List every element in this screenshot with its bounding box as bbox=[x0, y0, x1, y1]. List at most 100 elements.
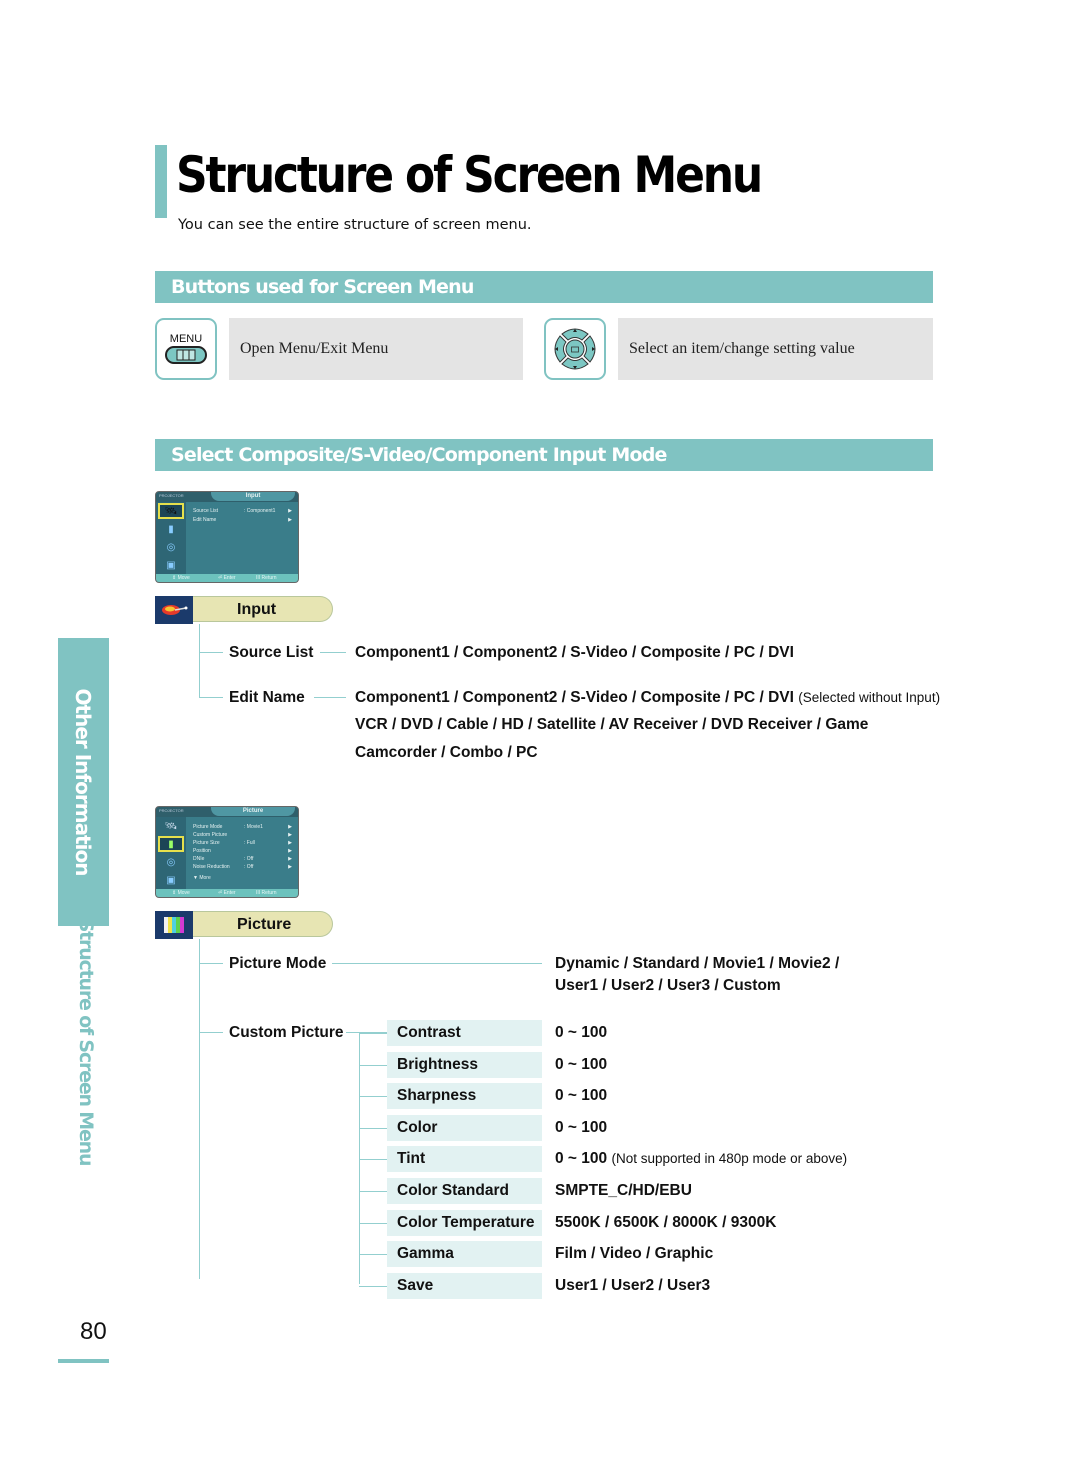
menu-button-description: Open Menu/Exit Menu bbox=[229, 318, 523, 380]
input-category-icon bbox=[155, 596, 193, 624]
osd-sidebar: 🛰 ▮ ◎ ▣ bbox=[156, 502, 186, 575]
sub-item-value: User1 / User2 / User3 bbox=[555, 1277, 710, 1295]
input-osd-screenshot: PROJECTOR Input 🛰 ▮ ◎ ▣ Source List : Co… bbox=[155, 491, 299, 583]
color-bars-icon bbox=[164, 917, 184, 933]
edit-name-values-line2: VCR / DVD / Cable / HD / Satellite / AV … bbox=[355, 716, 869, 733]
osd-footer-move: ⇕ Move bbox=[172, 575, 190, 581]
page-number: 80 bbox=[80, 1318, 107, 1345]
sub-item-value-text: SMPTE_C/HD/EBU bbox=[555, 1182, 692, 1199]
edit-name-values-text: Component1 / Component2 / S-Video / Comp… bbox=[355, 689, 794, 706]
menu-button-icon-box: MENU bbox=[155, 318, 217, 380]
osd-row-label: Edit Name bbox=[193, 517, 217, 523]
page-subtitle: You can see the entire structure of scre… bbox=[178, 217, 532, 233]
osd-sound-icon: ◎ bbox=[166, 856, 176, 868]
osd-row-arrow: ▶ bbox=[288, 508, 292, 514]
menu-item-picture-mode: Picture Mode bbox=[229, 955, 327, 972]
sub-item-label: Brightness bbox=[387, 1052, 542, 1078]
osd-row-label: Custom Picture bbox=[193, 832, 228, 838]
tree-line bbox=[359, 1033, 387, 1034]
section-header-buttons: Buttons used for Screen Menu bbox=[155, 271, 933, 303]
osd-row-arrow: ▶ bbox=[288, 856, 292, 862]
osd-footer: ⇕ Move ⏎ Enter III Return bbox=[156, 889, 298, 897]
tree-line bbox=[332, 963, 542, 964]
sub-item-value-text: User1 / User2 / User3 bbox=[555, 1277, 711, 1294]
osd-row-arrow: ▶ bbox=[288, 824, 292, 830]
tree-line bbox=[359, 1223, 387, 1224]
menu-button-icon: MENU bbox=[165, 333, 207, 364]
menu-item-edit-name: Edit Name bbox=[229, 689, 305, 706]
osd-setup-icon: ▣ bbox=[166, 874, 176, 886]
osd-picture-icon: ▮ bbox=[168, 523, 174, 535]
sub-item-label: Gamma bbox=[387, 1241, 542, 1267]
osd-row-label: ▼ More bbox=[193, 875, 211, 881]
tree-line bbox=[359, 1254, 387, 1255]
tree-line bbox=[199, 939, 200, 1279]
edit-name-values-line3: Camcorder / Combo / PC bbox=[355, 744, 538, 761]
title-accent-bar bbox=[155, 145, 167, 218]
osd-row-value: : Full bbox=[244, 840, 255, 846]
direction-pad-description: Select an item/change setting value bbox=[618, 318, 933, 380]
category-picture-label: Picture bbox=[193, 911, 333, 937]
sub-item-value-text: 0 ~ 100 bbox=[555, 1150, 608, 1167]
osd-row: Picture Size: Full ▶ bbox=[193, 839, 292, 847]
tree-line bbox=[359, 1191, 387, 1192]
sub-item-value: 0 ~ 100 bbox=[555, 1119, 607, 1137]
osd-row-arrow: ▶ bbox=[288, 517, 292, 523]
osd-row: Noise Reduction: Off ▶ bbox=[193, 863, 292, 871]
osd-row-value: : Component1 bbox=[244, 508, 276, 514]
edit-name-note: (Selected without Input) bbox=[798, 690, 941, 705]
tree-line bbox=[359, 1286, 387, 1287]
tree-line bbox=[199, 652, 223, 653]
tree-line bbox=[199, 1032, 223, 1033]
osd-footer-move: ⇕ Move bbox=[172, 890, 190, 896]
osd-row-arrow: ▶ bbox=[288, 848, 292, 854]
osd-input-icon: 🛰 bbox=[158, 503, 184, 519]
category-input: Input bbox=[155, 596, 335, 624]
osd-row-label: Picture Mode bbox=[193, 824, 223, 830]
osd-row-arrow: ▶ bbox=[288, 840, 292, 846]
osd-tab-input: Input bbox=[211, 492, 295, 501]
sub-item-value-text: 0 ~ 100 bbox=[555, 1119, 608, 1136]
osd-row: Custom Picture ▶ bbox=[193, 831, 292, 839]
direction-pad-icon bbox=[554, 328, 596, 370]
tree-line bbox=[359, 1065, 387, 1066]
osd-row-label: Noise Reduction bbox=[193, 864, 230, 870]
svg-text:MENU: MENU bbox=[170, 333, 202, 345]
tree-line bbox=[199, 963, 223, 964]
picture-mode-values-line2: User1 / User2 / User3 / Custom bbox=[555, 977, 781, 994]
osd-row-label: DNIe bbox=[193, 856, 205, 862]
sub-item-value: SMPTE_C/HD/EBU bbox=[555, 1182, 692, 1200]
osd-row-arrow: ▶ bbox=[288, 832, 292, 838]
osd-brand: PROJECTOR bbox=[159, 493, 184, 498]
picture-osd-screenshot: PROJECTOR Picture 🛰 ▮ ◎ ▣ Picture Mode : … bbox=[155, 806, 299, 898]
osd-input-icon: 🛰 bbox=[164, 820, 178, 832]
sub-item-label: Color bbox=[387, 1115, 542, 1141]
tree-line bbox=[199, 697, 223, 698]
osd-top-bar: PROJECTOR Input bbox=[156, 492, 298, 502]
sub-item-label: Tint bbox=[387, 1146, 542, 1172]
osd-row: Source List : Component1 ▶ bbox=[193, 507, 292, 515]
category-picture: Picture bbox=[155, 911, 335, 939]
osd-brand: PROJECTOR bbox=[159, 808, 184, 813]
osd-footer-return: III Return bbox=[256, 575, 277, 581]
sub-item-label: Sharpness bbox=[387, 1083, 542, 1109]
page-number-underline bbox=[58, 1359, 109, 1363]
source-list-values: Component1 / Component2 / S-Video / Comp… bbox=[355, 644, 794, 661]
osd-footer: ⇕ Move ⏎ Enter III Return bbox=[156, 574, 298, 582]
chapter-tab: Other Information bbox=[58, 638, 109, 926]
osd-top-bar: PROJECTOR Picture bbox=[156, 807, 298, 817]
osd-row: ▼ More bbox=[193, 874, 292, 882]
sub-item-value-text: Film / Video / Graphic bbox=[555, 1245, 714, 1262]
osd-footer-enter: ⏎ Enter bbox=[218, 890, 236, 896]
osd-row: Position ▶ bbox=[193, 847, 292, 855]
osd-sidebar: 🛰 ▮ ◎ ▣ bbox=[156, 817, 186, 890]
picture-category-icon bbox=[155, 911, 193, 939]
sub-item-value-text: 0 ~ 100 bbox=[555, 1087, 608, 1104]
osd-row-label: Position bbox=[193, 848, 211, 854]
osd-row-value: : Movie1 bbox=[244, 824, 263, 830]
menu-item-source-list: Source List bbox=[229, 644, 314, 661]
sub-item-value: 0 ~ 100 bbox=[555, 1087, 607, 1105]
page-title: Structure of Screen Menu bbox=[176, 146, 763, 204]
osd-row-value: : Off bbox=[244, 856, 254, 862]
osd-row: Edit Name ▶ bbox=[193, 516, 292, 524]
